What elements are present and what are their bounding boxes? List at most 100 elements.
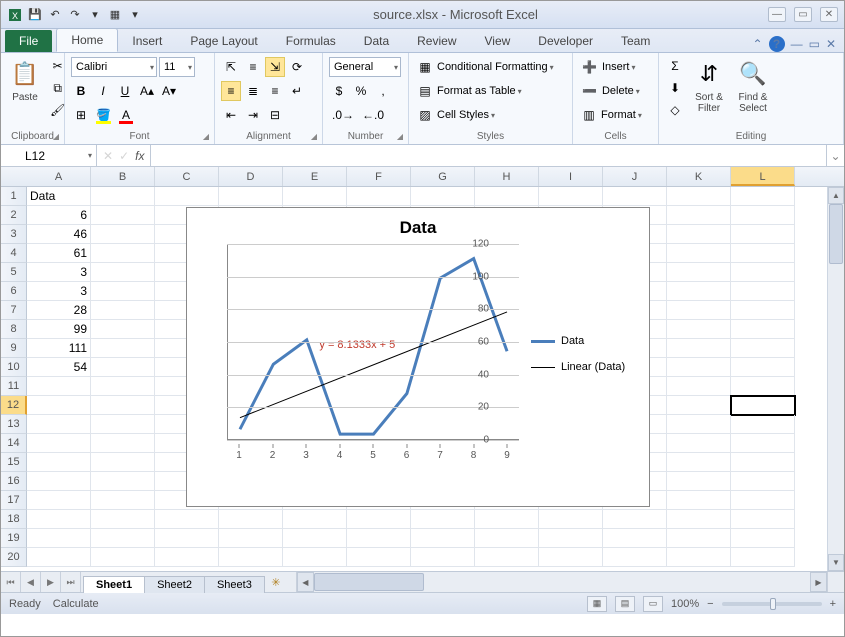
cell[interactable] bbox=[603, 510, 667, 529]
cell[interactable] bbox=[91, 358, 155, 377]
cell[interactable] bbox=[731, 358, 795, 377]
decrease-indent-icon[interactable]: ⇤ bbox=[221, 105, 241, 125]
workbook-minimize-icon[interactable]: — bbox=[791, 37, 803, 51]
zoom-out-icon[interactable]: − bbox=[707, 598, 713, 610]
cell[interactable] bbox=[731, 453, 795, 472]
row-header[interactable]: 10 bbox=[1, 358, 27, 377]
cell[interactable] bbox=[667, 358, 731, 377]
cell-styles-button[interactable]: Cell Styles bbox=[437, 109, 489, 121]
tab-insert[interactable]: Insert bbox=[118, 30, 176, 52]
cell[interactable] bbox=[475, 187, 539, 206]
cell[interactable] bbox=[667, 339, 731, 358]
autosum-icon[interactable]: Σ bbox=[665, 56, 685, 76]
cell[interactable]: 111 bbox=[27, 339, 91, 358]
scroll-up-icon[interactable]: ▲ bbox=[828, 187, 844, 204]
tab-data[interactable]: Data bbox=[350, 30, 403, 52]
column-header[interactable]: A bbox=[27, 167, 91, 186]
align-bottom-icon[interactable]: ⇲ bbox=[265, 57, 285, 77]
delete-cells-button[interactable]: Delete bbox=[602, 85, 634, 97]
row-header[interactable]: 14 bbox=[1, 434, 27, 453]
cell[interactable] bbox=[27, 529, 91, 548]
cell[interactable] bbox=[27, 434, 91, 453]
cell[interactable] bbox=[91, 491, 155, 510]
fill-color-icon[interactable]: 🪣 bbox=[93, 105, 114, 125]
align-top-icon[interactable]: ⇱ bbox=[221, 57, 241, 77]
row-header[interactable]: 9 bbox=[1, 339, 27, 358]
column-header[interactable]: E bbox=[283, 167, 347, 186]
cell[interactable] bbox=[667, 282, 731, 301]
undo-icon[interactable]: ↶ bbox=[47, 7, 63, 23]
row-header[interactable]: 17 bbox=[1, 491, 27, 510]
cell[interactable] bbox=[91, 320, 155, 339]
format-cells-icon[interactable]: ▥ bbox=[579, 105, 599, 125]
tab-developer[interactable]: Developer bbox=[524, 30, 607, 52]
zoom-slider[interactable] bbox=[722, 602, 822, 606]
insert-cells-icon[interactable]: ➕ bbox=[579, 57, 600, 77]
decrease-decimal-icon[interactable]: ←.0 bbox=[359, 105, 387, 125]
wrap-text-icon[interactable]: ↵ bbox=[287, 81, 307, 101]
insert-cells-button[interactable]: Insert bbox=[602, 61, 630, 73]
cell[interactable] bbox=[731, 206, 795, 225]
cell[interactable] bbox=[155, 187, 219, 206]
clipboard-launcher-icon[interactable]: ◢ bbox=[50, 130, 62, 142]
cell[interactable]: 54 bbox=[27, 358, 91, 377]
cell[interactable] bbox=[667, 320, 731, 339]
vscroll-thumb[interactable] bbox=[829, 204, 843, 264]
row-header[interactable]: 18 bbox=[1, 510, 27, 529]
cell[interactable] bbox=[667, 187, 731, 206]
row-header[interactable]: 15 bbox=[1, 453, 27, 472]
cell[interactable] bbox=[731, 472, 795, 491]
cell[interactable] bbox=[731, 491, 795, 510]
align-left-icon[interactable]: ≡ bbox=[221, 81, 241, 101]
cell[interactable]: Data bbox=[27, 187, 91, 206]
name-box[interactable]: L12 bbox=[1, 145, 97, 166]
sort-filter-button[interactable]: ⇵ Sort & Filter bbox=[689, 56, 729, 129]
cell[interactable] bbox=[667, 377, 731, 396]
column-header[interactable]: G bbox=[411, 167, 475, 186]
cell[interactable] bbox=[731, 548, 795, 567]
save-icon[interactable]: 💾 bbox=[27, 7, 43, 23]
cell[interactable] bbox=[91, 510, 155, 529]
column-header[interactable]: C bbox=[155, 167, 219, 186]
cell[interactable] bbox=[219, 510, 283, 529]
row-header[interactable]: 2 bbox=[1, 206, 27, 225]
scroll-down-icon[interactable]: ▼ bbox=[828, 554, 844, 571]
cell[interactable] bbox=[667, 472, 731, 491]
column-header[interactable]: F bbox=[347, 167, 411, 186]
cell[interactable] bbox=[283, 187, 347, 206]
row-header[interactable]: 1 bbox=[1, 187, 27, 206]
cell[interactable] bbox=[91, 263, 155, 282]
cell[interactable] bbox=[91, 529, 155, 548]
cell[interactable] bbox=[347, 548, 411, 567]
cell[interactable]: 46 bbox=[27, 225, 91, 244]
cell[interactable]: 99 bbox=[27, 320, 91, 339]
cell[interactable] bbox=[91, 225, 155, 244]
cell[interactable] bbox=[539, 548, 603, 567]
cell[interactable] bbox=[283, 548, 347, 567]
accounting-format-icon[interactable]: $ bbox=[329, 81, 349, 101]
cell[interactable] bbox=[347, 510, 411, 529]
cell[interactable] bbox=[667, 548, 731, 567]
underline-button[interactable]: U bbox=[115, 81, 135, 101]
normal-view-icon[interactable]: ▦ bbox=[587, 596, 607, 612]
font-size-combo[interactable]: 11 bbox=[159, 57, 195, 77]
cell[interactable] bbox=[731, 282, 795, 301]
format-as-table-button[interactable]: Format as Table bbox=[437, 85, 516, 97]
increase-indent-icon[interactable]: ⇥ bbox=[243, 105, 263, 125]
cell[interactable] bbox=[411, 510, 475, 529]
qat-custom1-icon[interactable]: ▦ bbox=[107, 7, 123, 23]
qat-custom2-icon[interactable]: ▾ bbox=[127, 7, 143, 23]
cell[interactable] bbox=[475, 529, 539, 548]
close-button[interactable]: ✕ bbox=[820, 7, 838, 22]
row-header[interactable]: 11 bbox=[1, 377, 27, 396]
column-header[interactable]: J bbox=[603, 167, 667, 186]
align-middle-icon[interactable]: ≡ bbox=[243, 57, 263, 77]
row-header[interactable]: 5 bbox=[1, 263, 27, 282]
sheet-tab[interactable]: Sheet3 bbox=[204, 576, 265, 593]
row-header[interactable]: 8 bbox=[1, 320, 27, 339]
percent-format-icon[interactable]: % bbox=[351, 81, 371, 101]
scroll-right-icon[interactable]: ▶ bbox=[810, 572, 827, 592]
cell[interactable] bbox=[539, 187, 603, 206]
sheet-tab[interactable]: Sheet1 bbox=[83, 576, 145, 593]
column-header[interactable]: H bbox=[475, 167, 539, 186]
